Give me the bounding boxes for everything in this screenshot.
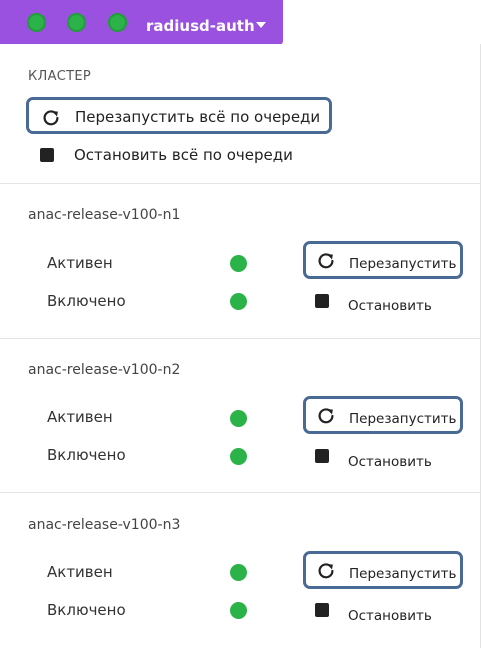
active-status-label: Активен [47,408,113,426]
node-restart-button[interactable]: Перезапустить [303,551,463,589]
enabled-status-label: Включено [47,292,126,310]
enabled-status-icon [230,448,247,465]
restart-icon [315,250,337,272]
node-title: anac-release-v100-n2 [28,362,181,378]
stop-icon[interactable] [315,449,329,463]
restart-icon [40,107,62,129]
node-restart-label: Перезапустить [349,256,457,272]
status-dot-icon [27,13,46,32]
status-dot-icon [67,13,86,32]
node-stop-button[interactable]: Остановить [348,608,432,624]
active-status-label: Активен [47,254,113,272]
active-status-icon [230,255,247,272]
status-dot-icon [108,13,127,32]
enabled-status-label: Включено [47,601,126,619]
node-title: anac-release-v100-n1 [28,207,181,223]
restart-all-label: Перезапустить всё по очереди [75,108,321,126]
node-restart-button[interactable]: Перезапустить [303,241,463,279]
service-title: radiusd-auth [146,17,255,35]
stop-icon[interactable] [315,294,329,308]
node-restart-button[interactable]: Перезапустить [303,396,463,434]
enabled-status-icon [230,602,247,619]
service-header-bar[interactable]: radiusd-auth [0,0,283,45]
active-status-icon [230,410,247,427]
enabled-status-icon [230,293,247,310]
stop-icon[interactable] [315,603,329,617]
active-status-icon [230,564,247,581]
stop-all-button[interactable]: Остановить всё по очереди [74,146,293,164]
node-restart-label: Перезапустить [349,411,457,427]
node-title: anac-release-v100-n3 [28,517,181,533]
restart-all-button[interactable]: Перезапустить всё по очереди [26,97,332,134]
enabled-status-label: Включено [47,446,126,464]
cluster-section-header: КЛАСТЕР [28,69,92,84]
restart-icon [315,405,337,427]
chevron-down-icon[interactable] [256,22,266,28]
active-status-label: Активен [47,563,113,581]
restart-icon [315,560,337,582]
divider [0,338,481,339]
divider [0,492,481,493]
node-restart-label: Перезапустить [349,566,457,582]
node-stop-button[interactable]: Остановить [348,298,432,314]
stop-icon[interactable] [40,148,54,162]
divider [0,183,481,184]
node-stop-button[interactable]: Остановить [348,454,432,470]
